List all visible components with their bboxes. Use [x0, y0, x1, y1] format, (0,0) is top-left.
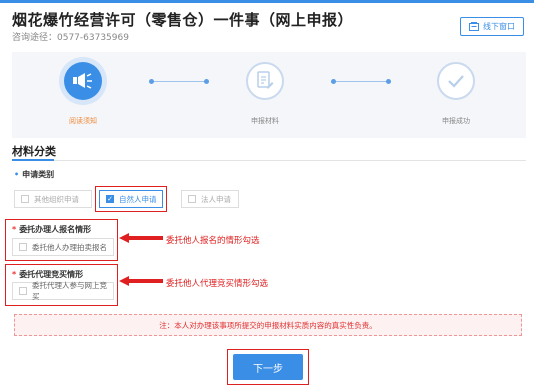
step-success: 申报成功	[416, 62, 496, 126]
checkbox-icon	[19, 243, 27, 251]
check-circle-icon	[437, 62, 475, 100]
annotation-agent: 委托他人报名的情形勾选	[166, 236, 260, 246]
agent-group-label: * 委托办理人报名情形	[12, 225, 92, 234]
highlight-box	[95, 186, 167, 212]
checkbox-icon	[19, 287, 27, 295]
step-label: 申报成功	[442, 117, 470, 125]
step-read-notice: 阅读须知	[43, 62, 123, 126]
step-materials: 申报材料	[225, 62, 305, 126]
offline-window-label: 线下窗口	[483, 22, 515, 31]
offline-window-button[interactable]: 线下窗口	[460, 17, 524, 36]
checkbox-icon	[188, 195, 196, 203]
progress-steps: 阅读须知 申报材料 申报成功	[12, 52, 526, 138]
annotation-bidder: 委托他人代理竞买情形勾选	[166, 279, 269, 289]
checkbox-icon	[21, 195, 29, 203]
option-bidder-proxy[interactable]: 委托代理人参与网上竞买	[12, 281, 114, 301]
option-legal-person[interactable]: 法人申请	[181, 190, 239, 208]
next-step-button[interactable]: 下一步	[233, 354, 303, 380]
section-divider	[12, 159, 526, 161]
step-label: 阅读须知	[69, 117, 97, 125]
option-agent-register[interactable]: 委托他人办理拍卖报名	[12, 238, 114, 256]
step-connector	[149, 79, 209, 84]
step-label: 申报材料	[251, 117, 279, 125]
step-connector	[331, 79, 391, 84]
page-title: 烟花爆竹经营许可（零售仓）一件事（网上申报）	[12, 11, 354, 29]
top-accent-bar	[0, 0, 534, 3]
option-other-org[interactable]: 其他组织申请	[14, 190, 92, 208]
responsibility-notice: 注：本人对办理该事项所提交的申报材料实质内容的真实性负责。	[14, 314, 522, 336]
consult-phone: 咨询途径：0577-63735969	[12, 33, 129, 43]
window-icon	[469, 22, 479, 31]
red-arrow-icon	[119, 233, 163, 243]
bidder-group-label: * 委托代理竞买情形	[12, 270, 84, 279]
red-arrow-icon	[119, 276, 163, 286]
apply-type-label: • 申请类别	[14, 170, 55, 179]
document-edit-icon	[246, 62, 284, 100]
megaphone-icon	[64, 62, 102, 100]
section-title: 材料分类	[12, 145, 56, 158]
